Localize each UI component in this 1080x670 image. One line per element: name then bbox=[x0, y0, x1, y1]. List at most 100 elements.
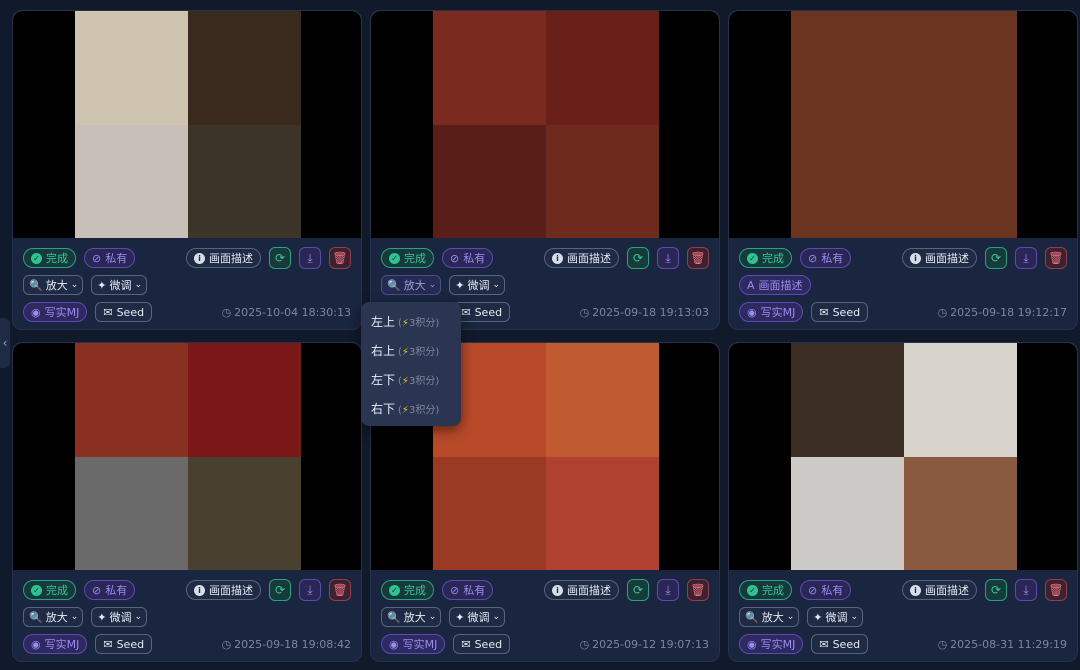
status-done-badge: ✓ 完成 bbox=[381, 580, 434, 600]
describe-button[interactable]: i 画面描述 bbox=[902, 248, 977, 268]
tile-bottom-right[interactable] bbox=[188, 456, 301, 570]
eye-icon: ◉ bbox=[389, 637, 399, 651]
remix-mj-button[interactable]: ◉写实MJ bbox=[23, 634, 88, 654]
upscale-dropdown[interactable]: 🔍 放大 ⌄ bbox=[23, 607, 84, 627]
tile-bottom-right[interactable] bbox=[546, 456, 659, 570]
tile-top-right[interactable] bbox=[904, 343, 1017, 457]
tile-bottom-right[interactable] bbox=[546, 124, 659, 238]
tile-bottom-left[interactable] bbox=[433, 456, 546, 570]
download-button[interactable]: ⤓ bbox=[1015, 247, 1037, 269]
seed-button[interactable]: ✉ Seed bbox=[95, 634, 153, 654]
upscale-dropdown[interactable]: 🔍 放大 ⌄ bbox=[381, 607, 442, 627]
vary-dropdown[interactable]: ✦ 微调 ⌄ bbox=[807, 607, 864, 627]
vary-dropdown[interactable]: ✦ 微调 ⌄ bbox=[449, 275, 506, 295]
regenerate-button[interactable]: ⟳ bbox=[627, 247, 649, 269]
delete-button[interactable]: 🗑 bbox=[329, 579, 351, 601]
seed-button[interactable]: ✉ Seed bbox=[453, 634, 511, 654]
tile-top-left[interactable] bbox=[75, 343, 188, 457]
tile-bottom-right[interactable] bbox=[188, 124, 301, 238]
image-preview[interactable] bbox=[371, 11, 719, 238]
chevron-down-icon: ⌄ bbox=[492, 612, 501, 622]
upscale-top-left[interactable]: 左上 (⚡3积分) bbox=[361, 307, 461, 336]
text-describe-button[interactable]: A 画面描述 bbox=[739, 275, 811, 295]
download-button[interactable]: ⤓ bbox=[1015, 579, 1037, 601]
describe-button[interactable]: i 画面描述 bbox=[902, 580, 977, 600]
refresh-icon: ⟳ bbox=[274, 583, 286, 597]
upscale-dropdown[interactable]: 🔍 放大 ⌄ bbox=[23, 275, 84, 295]
collapse-sidebar-tab[interactable]: ‹ bbox=[0, 318, 10, 368]
regenerate-button[interactable]: ⟳ bbox=[269, 579, 291, 601]
timestamp: ◷ 2025-09-18 19:12:17 bbox=[937, 305, 1067, 319]
tile-bottom-left[interactable] bbox=[433, 124, 546, 238]
chevron-down-icon: ⌄ bbox=[134, 280, 143, 290]
magic-wand-icon: ✦ bbox=[97, 610, 107, 624]
regenerate-button[interactable]: ⟳ bbox=[269, 247, 291, 269]
describe-button[interactable]: i 画面描述 bbox=[544, 580, 619, 600]
download-button[interactable]: ⤓ bbox=[299, 579, 321, 601]
trash-icon: 🗑 bbox=[690, 251, 706, 265]
seed-button[interactable]: ✉ Seed bbox=[453, 302, 511, 322]
vary-dropdown[interactable]: ✦ 微调 ⌄ bbox=[91, 275, 148, 295]
seed-button[interactable]: ✉ Seed bbox=[811, 302, 869, 322]
private-toggle[interactable]: ⊘ 私有 bbox=[800, 580, 852, 600]
info-icon: i bbox=[910, 252, 921, 264]
tile-top-right[interactable] bbox=[188, 343, 301, 457]
seed-button[interactable]: ✉ Seed bbox=[811, 634, 869, 654]
tile-bottom-left[interactable] bbox=[75, 124, 188, 238]
chevron-down-icon: ⌄ bbox=[70, 280, 79, 290]
download-button[interactable]: ⤓ bbox=[657, 247, 679, 269]
check-circle-icon: ✓ bbox=[747, 252, 758, 264]
image-preview[interactable] bbox=[13, 343, 361, 570]
vary-dropdown[interactable]: ✦ 微调 ⌄ bbox=[91, 607, 148, 627]
remix-mj-button[interactable]: ◉写实MJ bbox=[739, 302, 804, 322]
delete-button[interactable]: 🗑 bbox=[687, 579, 709, 601]
eye-slash-icon: ⊘ bbox=[808, 251, 818, 265]
upscale-dropdown[interactable]: 🔍 放大 ⌄ bbox=[381, 275, 442, 295]
regenerate-button[interactable]: ⟳ bbox=[985, 247, 1007, 269]
delete-button[interactable]: 🗑 bbox=[1045, 579, 1067, 601]
regenerate-button[interactable]: ⟳ bbox=[627, 579, 649, 601]
info-icon: i bbox=[552, 252, 563, 264]
check-circle-icon: ✓ bbox=[389, 584, 400, 596]
eye-icon: ◉ bbox=[31, 637, 41, 651]
upscale-dropdown[interactable]: 🔍 放大 ⌄ bbox=[739, 607, 800, 627]
delete-button[interactable]: 🗑 bbox=[329, 247, 351, 269]
download-button[interactable]: ⤓ bbox=[657, 579, 679, 601]
remix-mj-button[interactable]: ◉写实MJ bbox=[381, 634, 446, 654]
tile-top-right[interactable] bbox=[546, 11, 659, 125]
tile-top-left[interactable] bbox=[433, 11, 546, 125]
mail-icon: ✉ bbox=[461, 637, 471, 651]
remix-mj-button[interactable]: ◉写实MJ bbox=[739, 634, 804, 654]
describe-button[interactable]: i 画面描述 bbox=[186, 580, 261, 600]
vary-dropdown[interactable]: ✦ 微调 ⌄ bbox=[449, 607, 506, 627]
private-toggle[interactable]: ⊘ 私有 bbox=[800, 248, 852, 268]
private-toggle[interactable]: ⊘ 私有 bbox=[84, 248, 136, 268]
tile-top-left[interactable] bbox=[791, 343, 904, 457]
upscale-top-right[interactable]: 右上 (⚡3积分) bbox=[361, 336, 461, 365]
image-preview[interactable] bbox=[729, 11, 1077, 238]
clock-icon: ◷ bbox=[579, 305, 590, 319]
describe-button[interactable]: i 画面描述 bbox=[186, 248, 261, 268]
tile-top-right[interactable] bbox=[188, 11, 301, 125]
image-preview[interactable] bbox=[13, 11, 361, 238]
tile-bottom-left[interactable] bbox=[75, 456, 188, 570]
tile-top-right[interactable] bbox=[546, 343, 659, 457]
private-toggle[interactable]: ⊘ 私有 bbox=[84, 580, 136, 600]
tile-bottom-left[interactable] bbox=[791, 456, 904, 570]
private-toggle[interactable]: ⊘ 私有 bbox=[442, 248, 494, 268]
upscale-bottom-left[interactable]: 左下 (⚡3积分) bbox=[361, 365, 461, 394]
delete-button[interactable]: 🗑 bbox=[687, 247, 709, 269]
tile-bottom-right[interactable] bbox=[904, 456, 1017, 570]
chevron-down-icon: ⌄ bbox=[428, 612, 437, 622]
describe-button[interactable]: i 画面描述 bbox=[544, 248, 619, 268]
tile-top-left[interactable] bbox=[75, 11, 188, 125]
tile-single[interactable] bbox=[791, 11, 1017, 238]
download-button[interactable]: ⤓ bbox=[299, 247, 321, 269]
private-toggle[interactable]: ⊘ 私有 bbox=[442, 580, 494, 600]
upscale-bottom-right[interactable]: 右下 (⚡3积分) bbox=[361, 394, 461, 423]
image-preview[interactable] bbox=[729, 343, 1077, 570]
remix-mj-button[interactable]: ◉写实MJ bbox=[23, 302, 88, 322]
regenerate-button[interactable]: ⟳ bbox=[985, 579, 1007, 601]
seed-button[interactable]: ✉ Seed bbox=[95, 302, 153, 322]
delete-button[interactable]: 🗑 bbox=[1045, 247, 1067, 269]
